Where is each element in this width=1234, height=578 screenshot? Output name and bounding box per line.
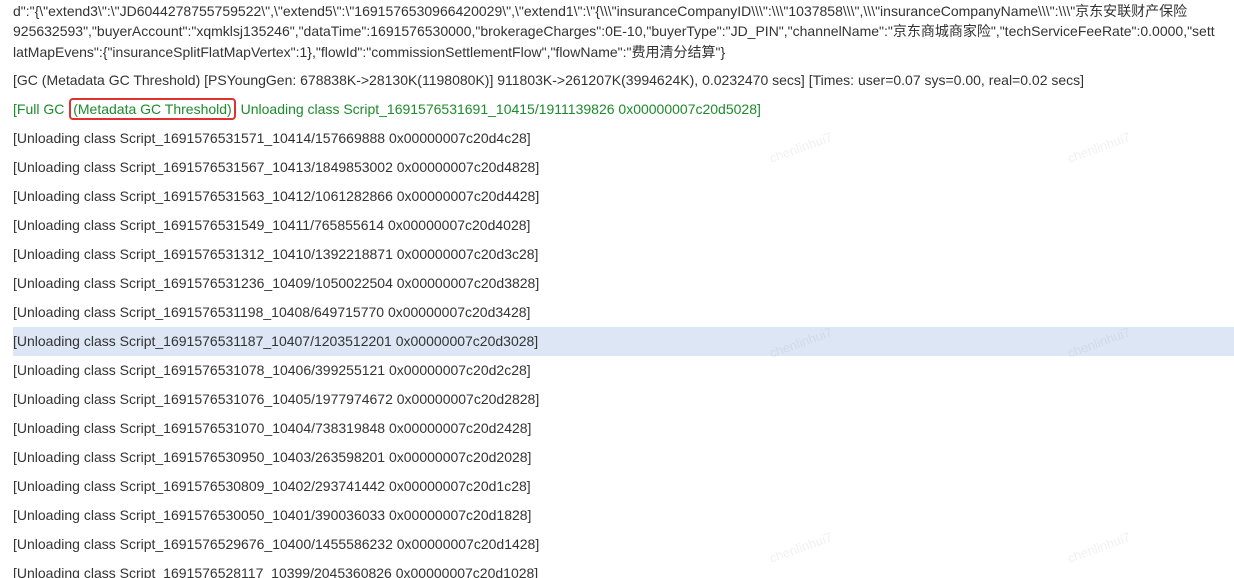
unload-log-line-selected[interactable]: [Unloading class Script_1691576531187_10… (13, 327, 1234, 356)
unload-log-line[interactable]: [Unloading class Script_1691576531563_10… (13, 182, 1234, 211)
unload-log-line[interactable]: [Unloading class Script_1691576531312_10… (13, 240, 1234, 269)
unload-log-line[interactable]: [Unloading class Script_1691576531571_10… (13, 124, 1234, 153)
full-gc-prefix: [Full GC (13, 101, 69, 117)
unload-log-line[interactable]: [Unloading class Script_1691576531236_10… (13, 269, 1234, 298)
unload-log-line[interactable]: [Unloading class Script_1691576530050_10… (13, 501, 1234, 530)
unload-log-line[interactable]: [Unloading class Script_1691576531070_10… (13, 414, 1234, 443)
unload-log-line[interactable]: [Unloading class Script_1691576531198_10… (13, 298, 1234, 327)
unload-log-line[interactable]: [Unloading class Script_1691576531549_10… (13, 211, 1234, 240)
json-log-line: latMapEvens":{"insuranceSplitFlatMapVert… (13, 44, 726, 60)
unload-log-line[interactable]: [Unloading class Script_1691576528117_10… (13, 559, 1234, 578)
unload-log-line[interactable]: [Unloading class Script_1691576531567_10… (13, 153, 1234, 182)
unload-log-line[interactable]: [Unloading class Script_1691576529676_10… (13, 530, 1234, 559)
log-view[interactable]: d":"{\"extend3\":\"JD6044278755759522\",… (0, 0, 1234, 578)
unload-log-line[interactable]: [Unloading class Script_1691576530809_10… (13, 472, 1234, 501)
gc-log-line: [GC (Metadata GC Threshold) [PSYoungGen:… (13, 72, 1085, 88)
unload-log-line[interactable]: [Unloading class Script_1691576530950_10… (13, 443, 1234, 472)
highlighted-metadata-threshold: (Metadata GC Threshold) (69, 98, 236, 120)
full-gc-suffix: Unloading class Script_1691576531691_104… (236, 101, 761, 117)
json-log-line: 925632593","buyerAccount":"xqmklsj135246… (13, 23, 1215, 39)
unload-log-line[interactable]: [Unloading class Script_1691576531076_10… (13, 385, 1234, 414)
full-gc-log-line: [Full GC (Metadata GC Threshold) Unloadi… (13, 95, 1234, 124)
unload-log-line[interactable]: [Unloading class Script_1691576531078_10… (13, 356, 1234, 385)
json-log-line: d":"{\"extend3\":\"JD6044278755759522\",… (13, 3, 1188, 19)
